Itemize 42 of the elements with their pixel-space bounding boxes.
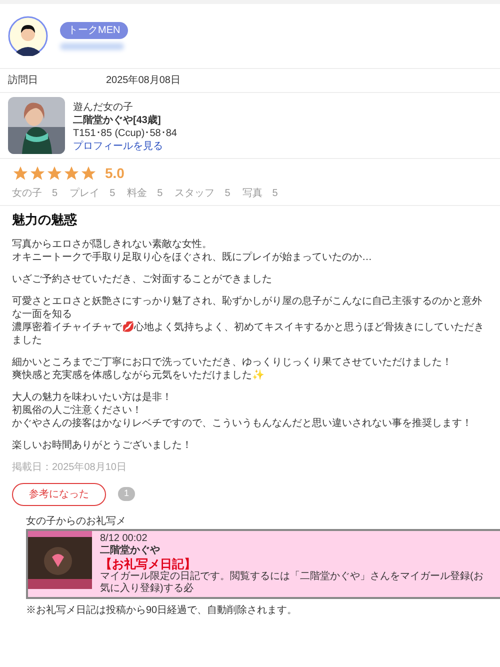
review-text: 写真からエロさが隠しきれない素敵な女性。 <box>12 238 213 250</box>
review-title: 魅力の魅惑 <box>12 211 78 229</box>
star-icon <box>80 165 97 182</box>
diary-time: 8/12 00:02 <box>100 532 148 544</box>
review-text: いざご予約させていただき、ご対面することができました <box>12 272 273 286</box>
star-icon <box>29 165 46 182</box>
review-text: 可愛さとエロさと妖艶さにすっかり魅了され、恥ずかしがり屋の息子がこんなに自己主張するのかと意外な一面を知る <box>12 294 483 320</box>
visit-date: 2025年08月08日 <box>106 74 180 88</box>
profile-link[interactable]: プロフィールを見る <box>73 140 177 153</box>
review-text: オキニートークで手取り足取り心をほぐされ、既にプレイが始まっていたのか… <box>12 250 373 264</box>
helpful-count: 1 <box>118 487 136 501</box>
diary-card[interactable]: 8/12 00:02 二階堂かぐや 【お礼写メ日記】 マイガール限定の日記です。閲覧するには「二階堂かぐや」さんをマイガール登録(お気に入り登録)する必 <box>26 528 500 598</box>
review-text: 初風俗の人ご注意ください！ <box>12 404 143 416</box>
star-icon <box>12 165 29 182</box>
diary-text: マイガール限定の日記です。閲覧するには「二階堂かぐや」さんをマイガール登録(お気に入り登録)する必 <box>100 570 484 594</box>
rating-category: 女の子 5 <box>12 187 58 201</box>
review-text: 濃厚密着イチャイチャで💋心地よく気持ちよく、初めてキスイキするかと思うほど骨抜きにしていただきました <box>12 320 485 346</box>
diary-note: ※お礼写メ日記は投稿から90日経過で、自動削除されます。 <box>26 604 298 618</box>
diary-author: 二階堂かぐや <box>100 544 161 556</box>
posted-date: 掲載日：2025年08月10日 <box>12 460 128 474</box>
rating-category: スタッフ 5 <box>174 187 230 201</box>
visit-label: 訪問日 <box>8 74 39 88</box>
review-text: 大人の魅力を味わいたい方は是非！ <box>12 390 173 404</box>
rating-category: 料金 5 <box>127 186 163 201</box>
review-text: 細かいところまでご丁寧にお口で洗っていただき、ゆっくりじっくり果てさせていただけました！ <box>12 356 453 368</box>
review-text: 楽しいお時間ありがとうございました！ <box>12 438 193 452</box>
girl-name: 二階堂かぐや[43歳] <box>73 114 162 127</box>
girl-caption: 遊んだ女の子 <box>73 101 134 114</box>
review-text: 爽快感と充実感を体感しながら元気をいただけました✨ <box>12 368 265 382</box>
star-icon <box>63 165 80 182</box>
blurred-name <box>60 43 124 50</box>
rating-score: 5.0 <box>105 164 124 183</box>
thanks-photo-heading: 女の子からのお礼写メ <box>26 514 127 528</box>
avatar-icon <box>8 16 48 56</box>
girl-measurements: T151･85 (Ccup)･58･84 <box>73 127 177 140</box>
review-text: かぐやさんの接客はかなりレベチですので、こういうもんなんだと思い違いされない事を推奨します！ <box>12 416 473 430</box>
user-badge: トークMEN <box>60 22 128 39</box>
helpful-button[interactable]: 参考になった <box>12 482 106 506</box>
rating-category: プレイ 5 <box>70 186 116 201</box>
diary-title: 【お礼写メ日記】 <box>100 556 197 570</box>
rating-category: 写真 5 <box>242 186 278 201</box>
star-icon <box>46 165 63 182</box>
